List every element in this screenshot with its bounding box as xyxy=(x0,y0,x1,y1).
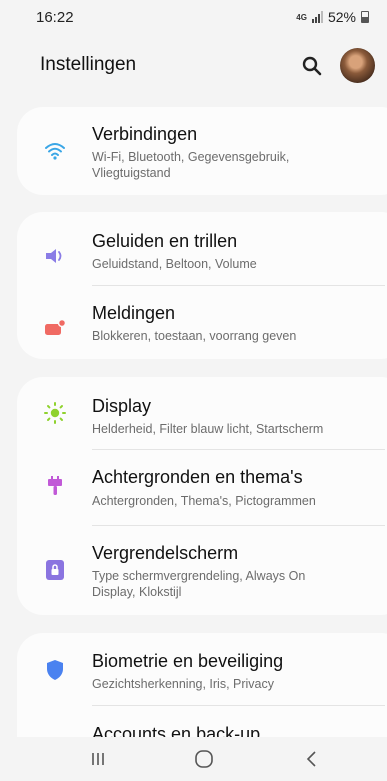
settings-item-title: Vergrendelscherm xyxy=(92,543,239,563)
settings-item-connections[interactable]: Verbindingen Wi-Fi, Bluetooth, Gegevensg… xyxy=(17,107,387,195)
recents-icon[interactable] xyxy=(86,747,110,771)
settings-item-subtitle: Geluidstand, Beltoon, Volume xyxy=(92,257,257,271)
settings-card-display: Display Helderheid, Filter blauw licht, … xyxy=(17,377,387,615)
settings-item-title: Geluiden en trillen xyxy=(92,231,238,251)
settings-item-subtitle: Achtergronden, Thema's, Pictogrammen xyxy=(92,494,316,508)
search-icon[interactable] xyxy=(300,54,324,78)
settings-item-sounds[interactable]: Geluiden en trillen Geluidstand, Beltoon… xyxy=(17,212,387,284)
wifi-icon xyxy=(43,139,67,163)
settings-item-title: Meldingen xyxy=(92,303,176,323)
settings-item-title: Achtergronden en thema's xyxy=(92,467,303,487)
settings-item-wallpapers[interactable]: Achtergronden en thema's Achtergronden, … xyxy=(17,450,387,524)
notification-icon xyxy=(43,316,67,340)
signal-icon xyxy=(311,11,323,23)
status-indicators: 4G 52% xyxy=(296,9,369,25)
settings-screen: 16:22 4G 52% Instellingen Verbindingen W… xyxy=(0,0,387,781)
paintbrush-icon xyxy=(43,475,67,499)
settings-item-subtitle: Helderheid, Filter blauw licht, Startsch… xyxy=(92,422,324,436)
settings-card-sounds: Geluiden en trillen Geluidstand, Beltoon… xyxy=(17,212,387,359)
settings-item-lockscreen[interactable]: Vergrendelscherm Type schermvergrendelin… xyxy=(17,526,387,615)
settings-card-connections: Verbindingen Wi-Fi, Bluetooth, Gegevensg… xyxy=(17,107,387,195)
settings-item-notifications[interactable]: Meldingen Blokkeren, toestaan, voorrang … xyxy=(17,286,387,359)
navigation-bar xyxy=(0,737,387,781)
shield-icon xyxy=(43,658,67,682)
app-header: Instellingen xyxy=(0,38,387,98)
settings-item-biometrics[interactable]: Biometrie en beveiliging Gezichtsherkenn… xyxy=(17,633,387,705)
home-icon[interactable] xyxy=(192,747,216,771)
page-title: Instellingen xyxy=(40,54,137,75)
settings-item-display[interactable]: Display Helderheid, Filter blauw licht, … xyxy=(17,377,387,449)
settings-item-subtitle: Blokkeren, toestaan, voorrang geven xyxy=(92,329,297,343)
battery-icon xyxy=(361,11,369,23)
back-icon[interactable] xyxy=(300,747,324,771)
network-type-icon: 4G xyxy=(296,12,307,22)
status-time: 16:22 xyxy=(36,8,74,26)
status-bar: 16:22 4G 52% xyxy=(0,0,387,34)
volume-icon xyxy=(43,244,67,268)
settings-item-title: Display xyxy=(92,396,152,416)
lock-icon xyxy=(43,558,67,582)
brightness-icon xyxy=(43,401,67,425)
settings-item-subtitle: Gezichtsherkenning, Iris, Privacy xyxy=(92,677,275,691)
battery-percentage: 52% xyxy=(327,9,356,25)
settings-item-subtitle: Wi-Fi, Bluetooth, Gegevensgebruik, Vlieg… xyxy=(92,150,290,180)
settings-item-title: Biometrie en beveiliging xyxy=(92,651,284,671)
settings-item-subtitle: Type schermvergrendeling, Always On Disp… xyxy=(92,569,306,599)
avatar[interactable] xyxy=(340,48,375,83)
settings-item-title: Verbindingen xyxy=(92,124,198,144)
